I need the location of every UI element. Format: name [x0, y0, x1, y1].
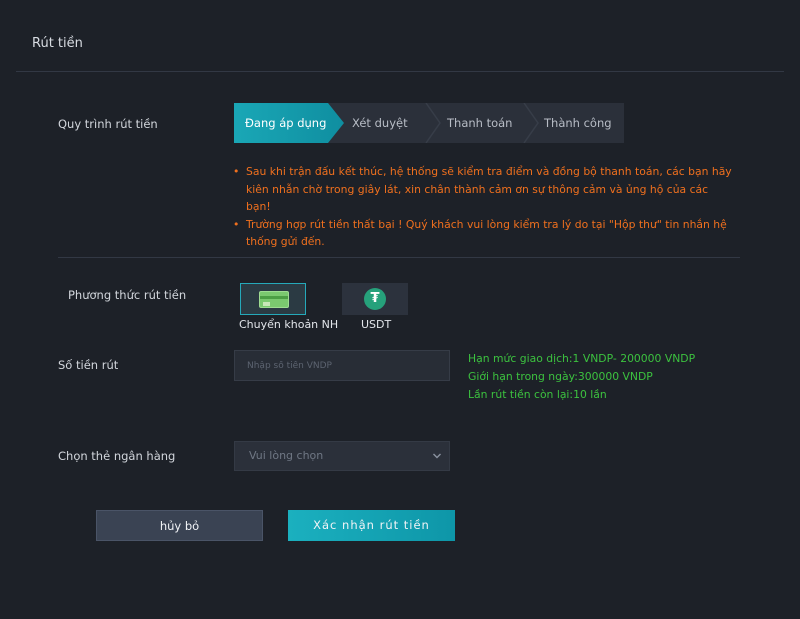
method-usdt-label[interactable]: USDT — [361, 318, 391, 331]
bank-card-icon — [259, 291, 289, 308]
amount-label: Số tiền rút — [58, 358, 119, 372]
withdraw-notes: • Sau khi trận đấu kết thúc, hệ thống sẽ… — [232, 163, 732, 251]
step-success: Thành công — [544, 116, 612, 130]
note-item: • Sau khi trận đấu kết thúc, hệ thống sẽ… — [232, 163, 732, 216]
note-line: Trường hợp rút tiền thất bại ! Quý khách… — [246, 217, 727, 231]
tether-icon: ₮ — [364, 288, 386, 310]
amount-input[interactable] — [234, 350, 450, 381]
section-divider — [58, 257, 740, 258]
note-item: • Trường hợp rút tiền thất bại ! Quý khá… — [232, 216, 732, 251]
header-divider — [16, 71, 784, 72]
bank-card-select[interactable]: Vui lòng chọn — [234, 441, 450, 471]
note-bullet: • — [233, 165, 240, 178]
page-title: Rút tiền — [32, 36, 83, 51]
confirm-withdraw-button[interactable]: Xác nhận rút tiền — [288, 510, 455, 541]
method-bank-transfer-button[interactable] — [240, 283, 306, 315]
limit-daily: Giới hạn trong ngày:300000 VNDP — [468, 370, 653, 383]
step-payment: Thanh toán — [447, 116, 513, 130]
note-bullet: • — [233, 217, 240, 231]
method-usdt-button[interactable]: ₮ — [342, 283, 408, 315]
step-review: Xét duyệt — [352, 116, 408, 130]
note-line: kiên nhẫn chờ trong giây lát, xin chân t… — [246, 182, 709, 214]
process-steps: Đang áp dụng Xét duyệt Thanh toán Thành … — [234, 103, 624, 143]
note-line: Sau khi trận đấu kết thúc, hệ thống sẽ k… — [246, 165, 732, 178]
method-bank-transfer-label[interactable]: Chuyển khoản NH — [239, 318, 338, 331]
note-line: thống gửi đến. — [246, 235, 325, 248]
bank-label: Chọn thẻ ngân hàng — [58, 449, 176, 463]
step-applying: Đang áp dụng — [234, 103, 344, 143]
step-chevron-icon — [522, 103, 540, 143]
step-chevron-icon — [424, 103, 442, 143]
method-label: Phương thức rút tiền — [68, 288, 187, 302]
limit-remaining: Lần rút tiền còn lại:10 lần — [468, 388, 607, 401]
bank-select-value: Vui lòng chọn — [249, 449, 324, 462]
chevron-down-icon — [433, 453, 441, 459]
limit-transaction: Hạn mức giao dịch:1 VNDP- 200000 VNDP — [468, 352, 696, 365]
process-label: Quy trình rút tiền — [58, 117, 158, 131]
amount-limits: Hạn mức giao dịch:1 VNDP- 200000 VNDP Gi… — [468, 350, 695, 404]
cancel-button[interactable]: hủy bỏ — [96, 510, 263, 541]
